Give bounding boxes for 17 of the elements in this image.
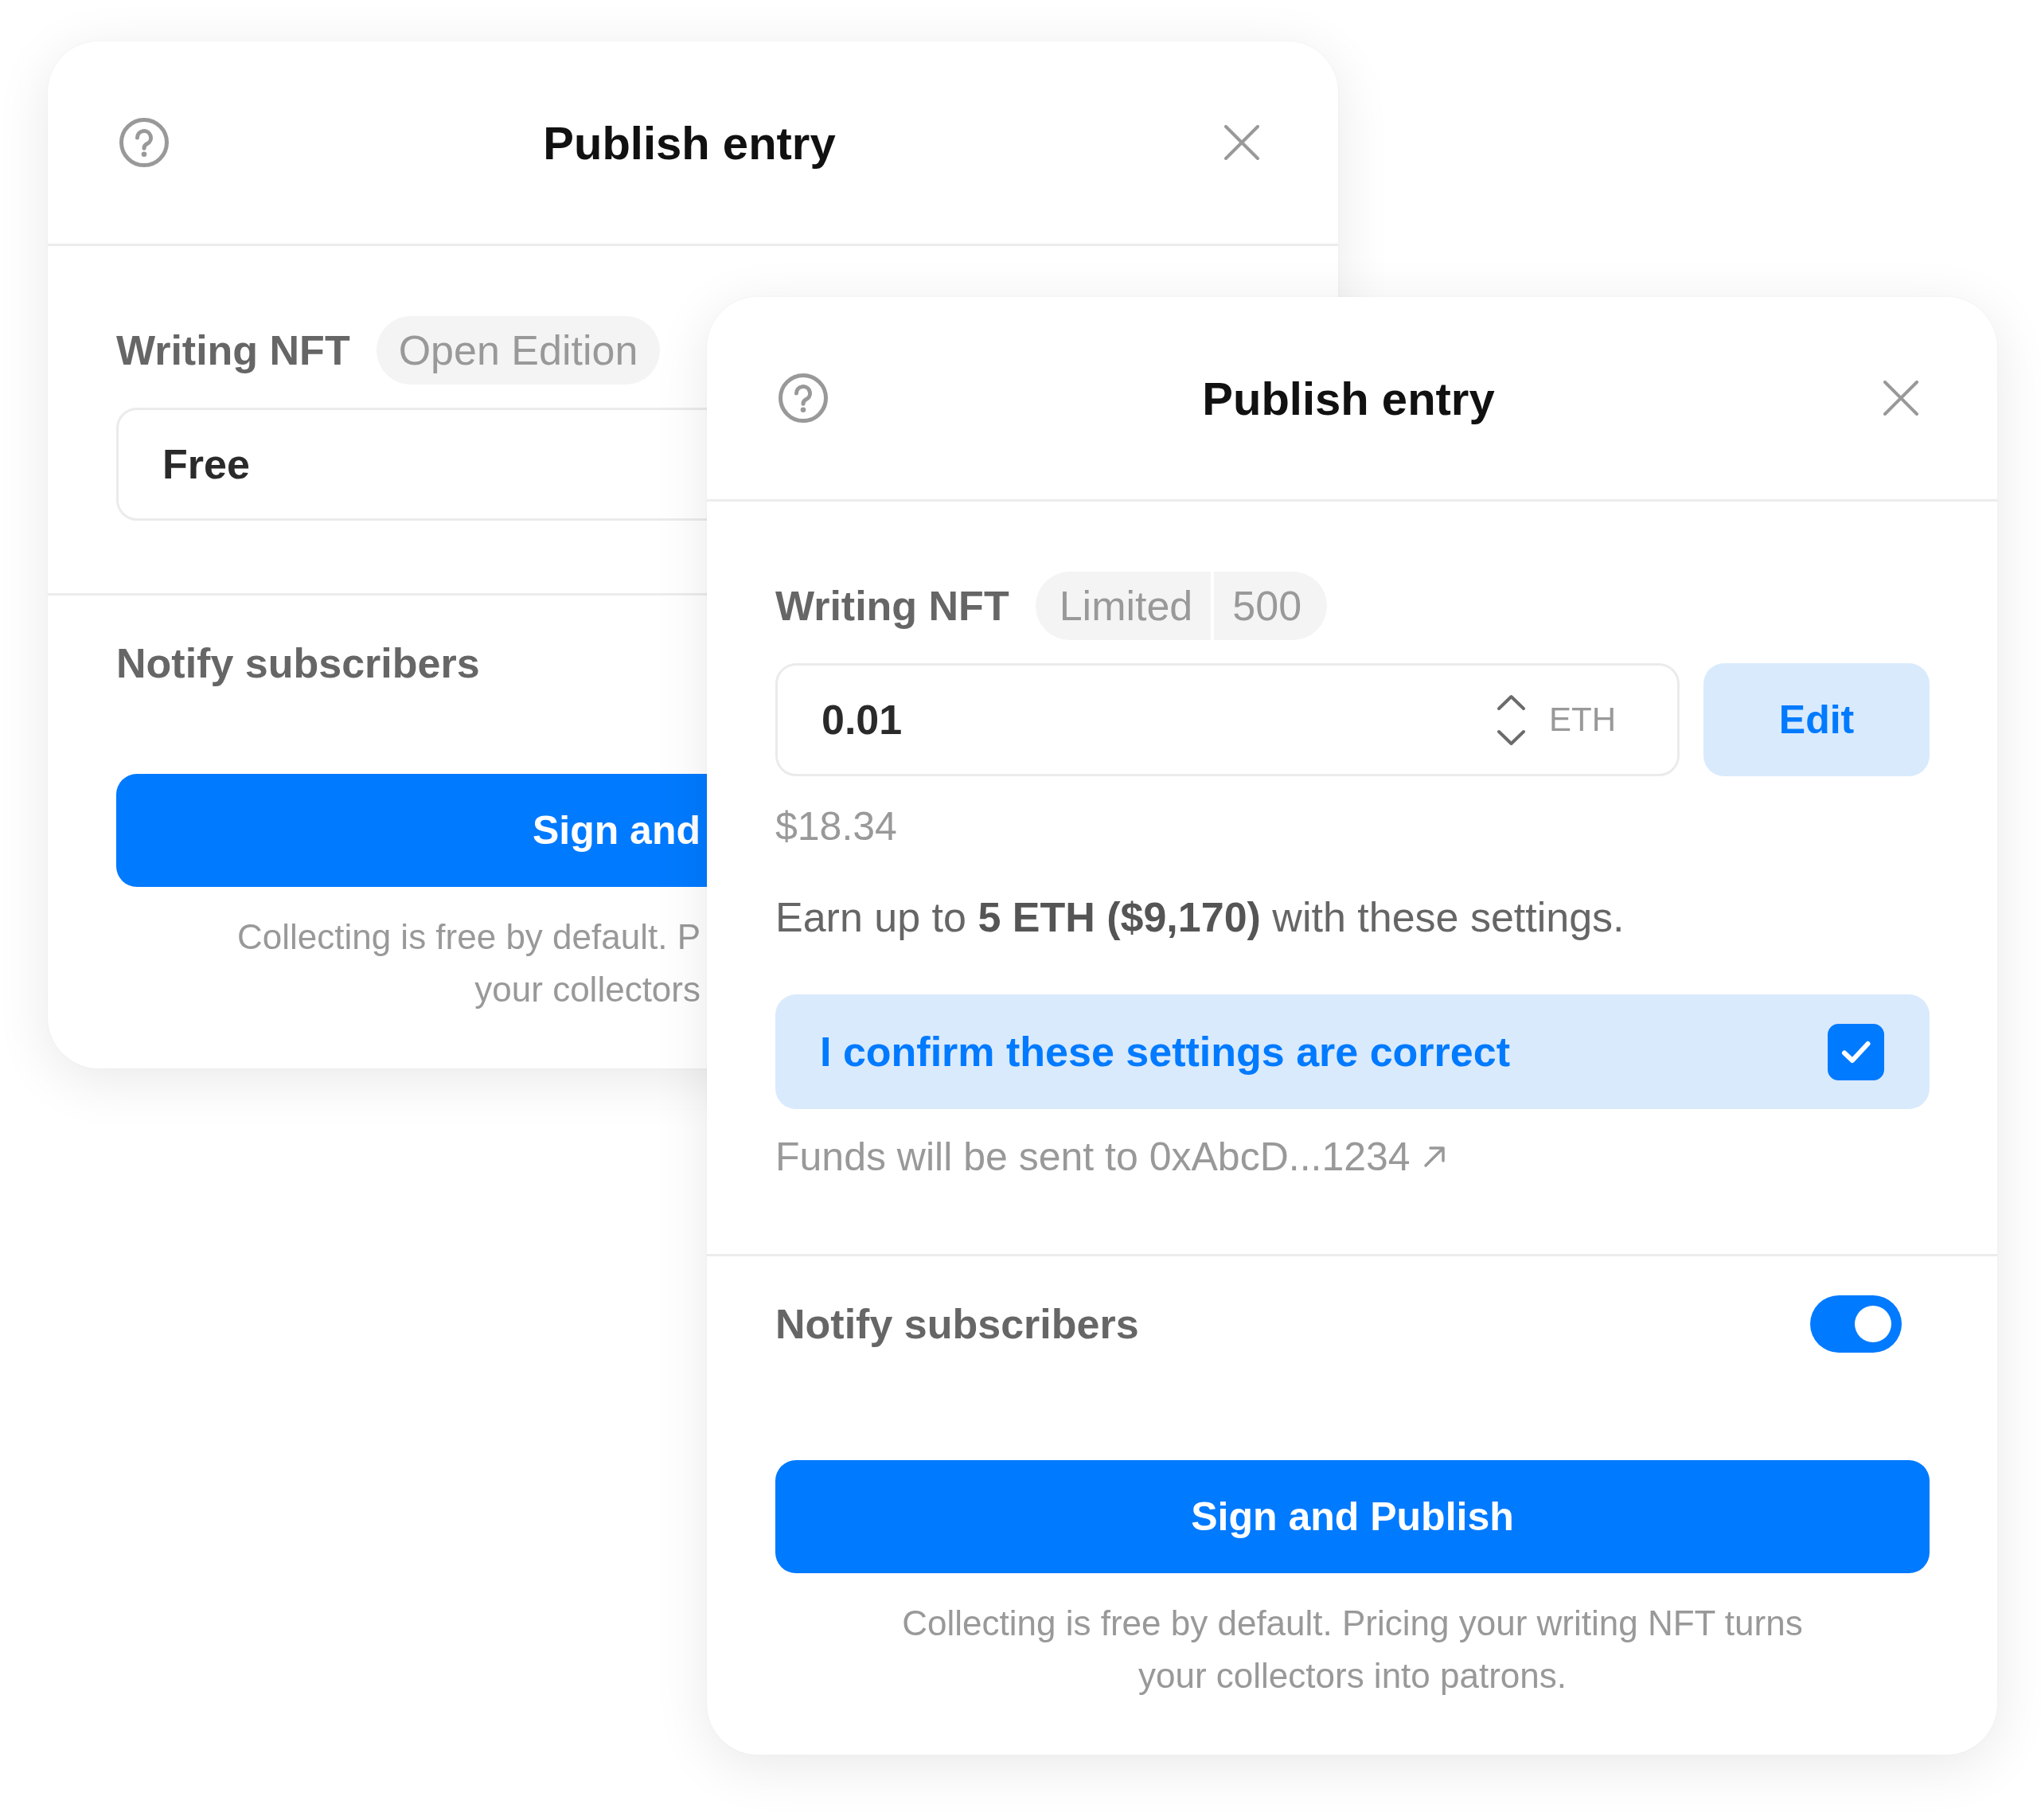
edition-tag: Open Edition: [376, 316, 661, 385]
notify-label: Notify subscribers: [775, 1300, 1139, 1348]
currency-unit: ETH: [1549, 701, 1616, 739]
notify-label: Notify subscribers: [116, 639, 480, 687]
price-value: 0.01: [821, 696, 903, 744]
confirm-label: I confirm these settings are correct: [820, 1028, 1510, 1076]
fiat-conversion-text: $18.34: [775, 803, 898, 850]
edition-tag: Limited: [1035, 572, 1212, 640]
price-value: Free: [162, 440, 250, 488]
funds-address-text: Funds will be sent to 0xAbcD...1234: [775, 1134, 1411, 1180]
earnings-text: Earn up to 5 ETH ($9,170) with these settings.: [775, 893, 1625, 942]
footer-note: Collecting is free by default. Pricing your writing NFT turns your collectors into patrons.: [902, 1603, 1803, 1697]
edition-tag: 500: [1214, 572, 1328, 640]
section-label: Writing NFT: [775, 582, 1009, 630]
dialog-title: Publish entry: [543, 115, 836, 170]
footer-note: Collecting is free by default. P your collectors: [236, 916, 700, 1010]
section-label: Writing NFT: [116, 326, 350, 374]
